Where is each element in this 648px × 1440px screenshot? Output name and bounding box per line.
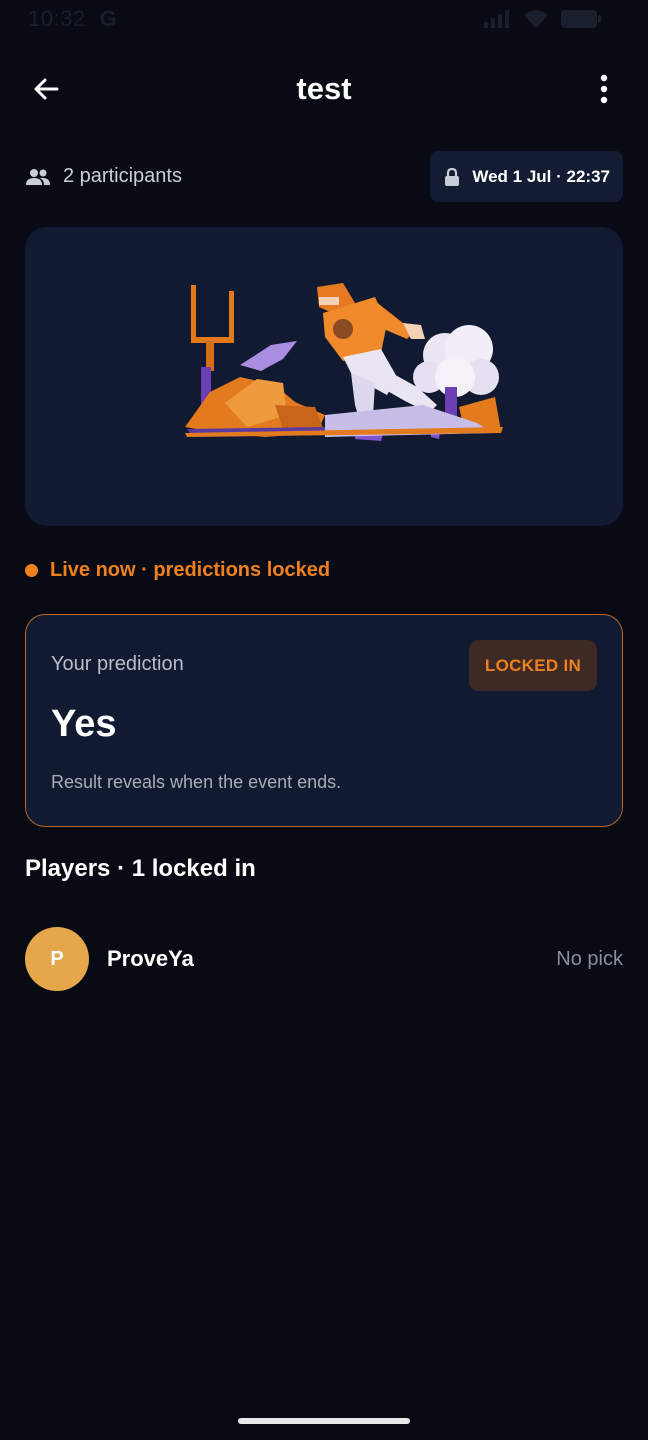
status-left: 10:32 G <box>28 6 117 32</box>
more-vert-icon <box>600 74 608 104</box>
lock-time-label: Wed 1 Jul · 22:37 <box>472 166 610 186</box>
event-illustration-card <box>25 227 623 526</box>
signal-icon <box>484 10 509 28</box>
arrow-left-icon <box>34 78 59 100</box>
more-options-button[interactable] <box>582 67 626 111</box>
back-button[interactable] <box>24 67 68 111</box>
locked-in-badge: LOCKED IN <box>469 640 597 691</box>
lock-time-chip: Wed 1 Jul · 22:37 <box>430 151 623 202</box>
prediction-note: Result reveals when the event ends. <box>51 772 342 792</box>
status-time: 10:32 <box>28 6 86 31</box>
football-player-illustration <box>185 283 503 441</box>
players-heading: Players · 1 locked in <box>25 855 256 882</box>
lock-icon <box>445 167 460 186</box>
player-pick: No pick <box>556 947 623 970</box>
status-icons <box>482 8 602 30</box>
player-name: ProveYa <box>107 946 194 971</box>
app-bar: test <box>0 58 648 120</box>
google-icon: G <box>99 6 117 31</box>
event-meta-row: 2 participants Wed 1 Jul · 22:37 <box>25 151 623 202</box>
live-status-label: Live now · predictions locked <box>50 558 331 581</box>
participants-label: 2 participants <box>63 165 182 187</box>
people-icon <box>26 168 50 185</box>
home-indicator[interactable] <box>238 1418 410 1424</box>
participants-count[interactable]: 2 participants <box>25 165 182 188</box>
player-row[interactable]: P ProveYa No pick <box>25 927 623 991</box>
live-status: Live now · predictions locked <box>25 556 330 584</box>
prediction-label: Your prediction <box>51 653 184 675</box>
battery-icon <box>561 10 601 28</box>
prediction-card: Your prediction LOCKED IN Yes Result rev… <box>25 614 623 827</box>
prediction-value: Yes <box>51 703 117 745</box>
wifi-icon <box>524 10 548 28</box>
page-title: test <box>296 71 352 106</box>
live-dot-icon <box>25 563 38 577</box>
avatar: P <box>25 927 89 991</box>
status-bar: 10:32 G <box>0 0 648 38</box>
